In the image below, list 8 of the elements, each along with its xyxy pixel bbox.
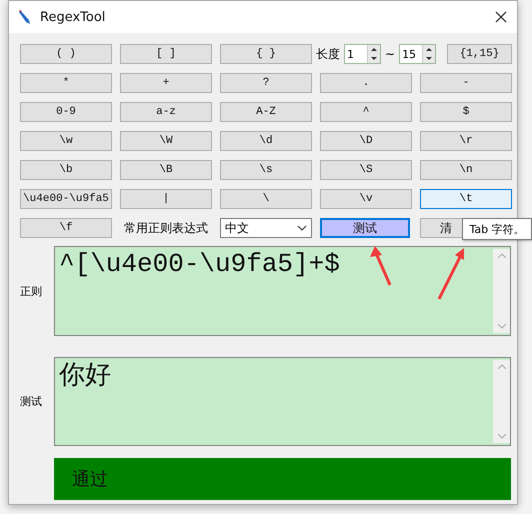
common-regex-label: 常用正则表达式 <box>124 220 208 237</box>
test-label: 测试 <box>20 394 43 409</box>
regex-label: 正则 <box>20 284 43 298</box>
tooltip: Tab 字符。 <box>462 218 532 240</box>
result-text: 通过 <box>72 468 108 491</box>
window-title: RegexTool <box>40 10 106 24</box>
length-label: 长度 <box>316 46 340 62</box>
range-separator: ~ <box>385 47 396 61</box>
